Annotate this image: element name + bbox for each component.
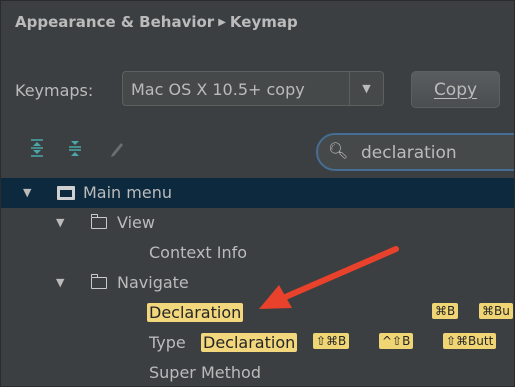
keymap-settings-panel: Appearance & Behavior ▶ Keymap Keymaps: Ma… bbox=[0, 0, 515, 387]
annotation-arrow-icon bbox=[259, 246, 399, 309]
